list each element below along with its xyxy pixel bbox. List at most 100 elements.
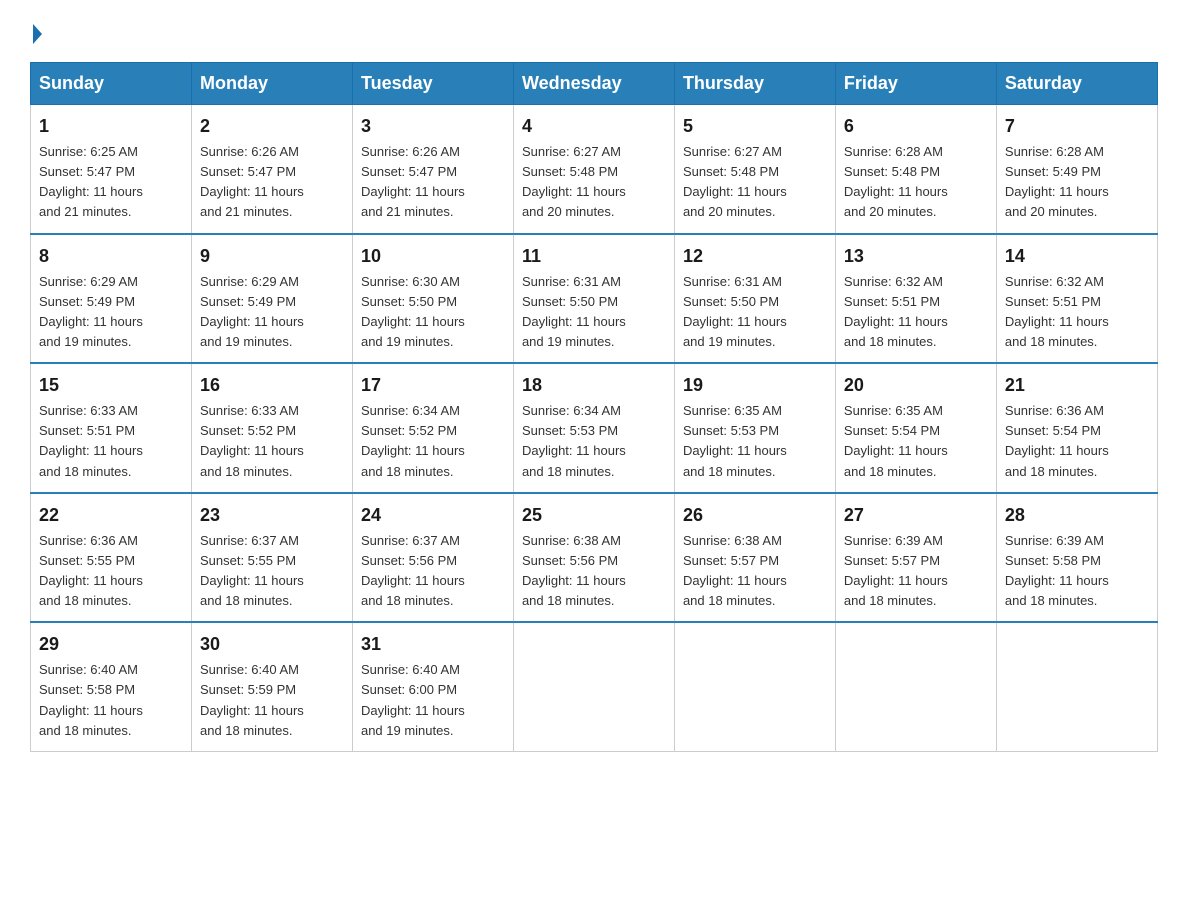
day-info: Sunrise: 6:40 AMSunset: 6:00 PMDaylight:… [361, 660, 505, 741]
weekday-header-wednesday: Wednesday [513, 63, 674, 105]
day-number: 25 [522, 502, 666, 529]
day-number: 10 [361, 243, 505, 270]
day-info: Sunrise: 6:26 AMSunset: 5:47 PMDaylight:… [200, 142, 344, 223]
calendar-day-cell: 5Sunrise: 6:27 AMSunset: 5:48 PMDaylight… [674, 105, 835, 234]
day-info: Sunrise: 6:34 AMSunset: 5:52 PMDaylight:… [361, 401, 505, 482]
calendar-day-cell: 20Sunrise: 6:35 AMSunset: 5:54 PMDayligh… [835, 363, 996, 493]
calendar-day-cell: 28Sunrise: 6:39 AMSunset: 5:58 PMDayligh… [996, 493, 1157, 623]
weekday-header-saturday: Saturday [996, 63, 1157, 105]
day-number: 4 [522, 113, 666, 140]
calendar-day-cell: 16Sunrise: 6:33 AMSunset: 5:52 PMDayligh… [191, 363, 352, 493]
calendar-day-cell: 6Sunrise: 6:28 AMSunset: 5:48 PMDaylight… [835, 105, 996, 234]
day-info: Sunrise: 6:31 AMSunset: 5:50 PMDaylight:… [683, 272, 827, 353]
calendar-day-cell: 17Sunrise: 6:34 AMSunset: 5:52 PMDayligh… [352, 363, 513, 493]
day-number: 20 [844, 372, 988, 399]
day-number: 8 [39, 243, 183, 270]
calendar-week-row: 15Sunrise: 6:33 AMSunset: 5:51 PMDayligh… [31, 363, 1158, 493]
calendar-day-cell: 11Sunrise: 6:31 AMSunset: 5:50 PMDayligh… [513, 234, 674, 364]
calendar-day-cell: 3Sunrise: 6:26 AMSunset: 5:47 PMDaylight… [352, 105, 513, 234]
day-info: Sunrise: 6:35 AMSunset: 5:53 PMDaylight:… [683, 401, 827, 482]
calendar-day-cell: 12Sunrise: 6:31 AMSunset: 5:50 PMDayligh… [674, 234, 835, 364]
calendar-day-cell: 15Sunrise: 6:33 AMSunset: 5:51 PMDayligh… [31, 363, 192, 493]
calendar-day-cell [996, 622, 1157, 751]
weekday-header-monday: Monday [191, 63, 352, 105]
day-info: Sunrise: 6:32 AMSunset: 5:51 PMDaylight:… [1005, 272, 1149, 353]
day-info: Sunrise: 6:39 AMSunset: 5:58 PMDaylight:… [1005, 531, 1149, 612]
day-info: Sunrise: 6:34 AMSunset: 5:53 PMDaylight:… [522, 401, 666, 482]
calendar-table: SundayMondayTuesdayWednesdayThursdayFrid… [30, 62, 1158, 752]
calendar-day-cell: 10Sunrise: 6:30 AMSunset: 5:50 PMDayligh… [352, 234, 513, 364]
day-info: Sunrise: 6:25 AMSunset: 5:47 PMDaylight:… [39, 142, 183, 223]
calendar-day-cell: 24Sunrise: 6:37 AMSunset: 5:56 PMDayligh… [352, 493, 513, 623]
day-number: 5 [683, 113, 827, 140]
day-info: Sunrise: 6:28 AMSunset: 5:49 PMDaylight:… [1005, 142, 1149, 223]
day-number: 16 [200, 372, 344, 399]
day-number: 15 [39, 372, 183, 399]
calendar-day-cell: 8Sunrise: 6:29 AMSunset: 5:49 PMDaylight… [31, 234, 192, 364]
day-info: Sunrise: 6:39 AMSunset: 5:57 PMDaylight:… [844, 531, 988, 612]
day-info: Sunrise: 6:40 AMSunset: 5:58 PMDaylight:… [39, 660, 183, 741]
calendar-day-cell: 21Sunrise: 6:36 AMSunset: 5:54 PMDayligh… [996, 363, 1157, 493]
day-number: 11 [522, 243, 666, 270]
day-info: Sunrise: 6:36 AMSunset: 5:55 PMDaylight:… [39, 531, 183, 612]
logo-general-line [30, 26, 42, 46]
day-info: Sunrise: 6:37 AMSunset: 5:56 PMDaylight:… [361, 531, 505, 612]
day-info: Sunrise: 6:30 AMSunset: 5:50 PMDaylight:… [361, 272, 505, 353]
day-info: Sunrise: 6:35 AMSunset: 5:54 PMDaylight:… [844, 401, 988, 482]
day-number: 12 [683, 243, 827, 270]
weekday-header-tuesday: Tuesday [352, 63, 513, 105]
logo [30, 20, 42, 46]
logo-arrow-icon [33, 24, 42, 44]
day-info: Sunrise: 6:27 AMSunset: 5:48 PMDaylight:… [522, 142, 666, 223]
calendar-day-cell: 7Sunrise: 6:28 AMSunset: 5:49 PMDaylight… [996, 105, 1157, 234]
weekday-header-row: SundayMondayTuesdayWednesdayThursdayFrid… [31, 63, 1158, 105]
calendar-day-cell: 13Sunrise: 6:32 AMSunset: 5:51 PMDayligh… [835, 234, 996, 364]
day-info: Sunrise: 6:38 AMSunset: 5:56 PMDaylight:… [522, 531, 666, 612]
day-info: Sunrise: 6:37 AMSunset: 5:55 PMDaylight:… [200, 531, 344, 612]
day-number: 29 [39, 631, 183, 658]
calendar-day-cell: 25Sunrise: 6:38 AMSunset: 5:56 PMDayligh… [513, 493, 674, 623]
day-info: Sunrise: 6:29 AMSunset: 5:49 PMDaylight:… [200, 272, 344, 353]
day-info: Sunrise: 6:40 AMSunset: 5:59 PMDaylight:… [200, 660, 344, 741]
day-info: Sunrise: 6:32 AMSunset: 5:51 PMDaylight:… [844, 272, 988, 353]
calendar-day-cell: 22Sunrise: 6:36 AMSunset: 5:55 PMDayligh… [31, 493, 192, 623]
day-info: Sunrise: 6:26 AMSunset: 5:47 PMDaylight:… [361, 142, 505, 223]
weekday-header-thursday: Thursday [674, 63, 835, 105]
day-number: 21 [1005, 372, 1149, 399]
day-number: 23 [200, 502, 344, 529]
day-info: Sunrise: 6:29 AMSunset: 5:49 PMDaylight:… [39, 272, 183, 353]
day-number: 31 [361, 631, 505, 658]
day-info: Sunrise: 6:27 AMSunset: 5:48 PMDaylight:… [683, 142, 827, 223]
day-number: 22 [39, 502, 183, 529]
day-info: Sunrise: 6:36 AMSunset: 5:54 PMDaylight:… [1005, 401, 1149, 482]
day-number: 6 [844, 113, 988, 140]
day-info: Sunrise: 6:33 AMSunset: 5:51 PMDaylight:… [39, 401, 183, 482]
weekday-header-friday: Friday [835, 63, 996, 105]
calendar-day-cell: 30Sunrise: 6:40 AMSunset: 5:59 PMDayligh… [191, 622, 352, 751]
day-number: 27 [844, 502, 988, 529]
day-number: 19 [683, 372, 827, 399]
calendar-day-cell: 18Sunrise: 6:34 AMSunset: 5:53 PMDayligh… [513, 363, 674, 493]
day-info: Sunrise: 6:38 AMSunset: 5:57 PMDaylight:… [683, 531, 827, 612]
calendar-day-cell: 29Sunrise: 6:40 AMSunset: 5:58 PMDayligh… [31, 622, 192, 751]
day-number: 30 [200, 631, 344, 658]
calendar-day-cell [674, 622, 835, 751]
day-number: 2 [200, 113, 344, 140]
day-info: Sunrise: 6:28 AMSunset: 5:48 PMDaylight:… [844, 142, 988, 223]
calendar-day-cell: 23Sunrise: 6:37 AMSunset: 5:55 PMDayligh… [191, 493, 352, 623]
calendar-day-cell [513, 622, 674, 751]
calendar-day-cell: 19Sunrise: 6:35 AMSunset: 5:53 PMDayligh… [674, 363, 835, 493]
day-number: 28 [1005, 502, 1149, 529]
calendar-day-cell [835, 622, 996, 751]
calendar-day-cell: 26Sunrise: 6:38 AMSunset: 5:57 PMDayligh… [674, 493, 835, 623]
day-info: Sunrise: 6:31 AMSunset: 5:50 PMDaylight:… [522, 272, 666, 353]
day-number: 26 [683, 502, 827, 529]
calendar-week-row: 29Sunrise: 6:40 AMSunset: 5:58 PMDayligh… [31, 622, 1158, 751]
day-number: 13 [844, 243, 988, 270]
calendar-day-cell: 9Sunrise: 6:29 AMSunset: 5:49 PMDaylight… [191, 234, 352, 364]
calendar-week-row: 1Sunrise: 6:25 AMSunset: 5:47 PMDaylight… [31, 105, 1158, 234]
day-number: 7 [1005, 113, 1149, 140]
calendar-day-cell: 27Sunrise: 6:39 AMSunset: 5:57 PMDayligh… [835, 493, 996, 623]
calendar-week-row: 22Sunrise: 6:36 AMSunset: 5:55 PMDayligh… [31, 493, 1158, 623]
day-number: 3 [361, 113, 505, 140]
